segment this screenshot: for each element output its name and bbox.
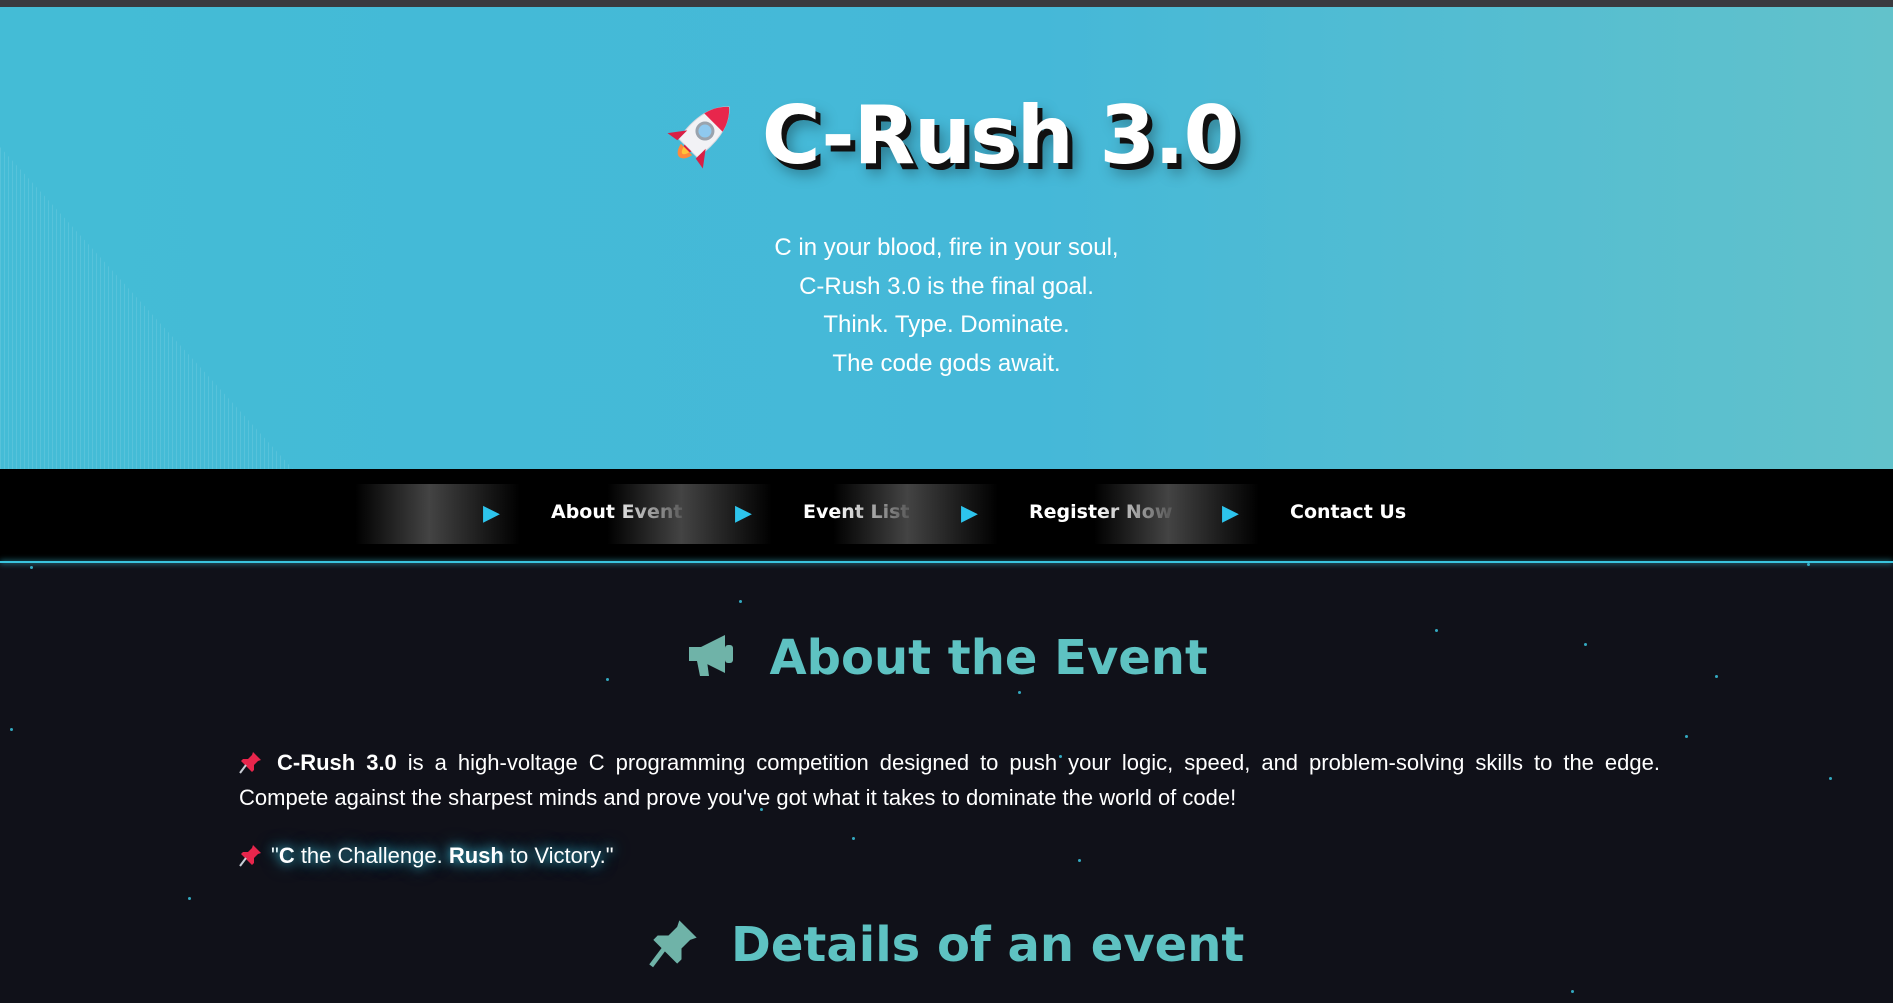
tagline-line: Think. Type. Dominate.	[823, 311, 1070, 338]
quote-end: to Victory."	[503, 843, 614, 868]
tagline-line: C in your blood, fire in your soul,	[774, 234, 1119, 261]
about-text: is a high-voltage C programming competit…	[239, 750, 1660, 810]
particle	[10, 728, 13, 731]
particle	[1807, 563, 1810, 566]
particle	[1685, 735, 1688, 738]
rocket-icon	[655, 91, 745, 181]
pushpin-icon	[239, 749, 263, 774]
details-heading: Details of an event	[0, 916, 1893, 974]
quote-open: "	[271, 843, 279, 868]
megaphone-icon	[685, 630, 739, 686]
play-arrow-icon: ▶	[735, 501, 752, 526]
nav-underline	[0, 561, 1893, 563]
details-heading-text: Details of an event	[731, 917, 1245, 973]
pushpin-icon	[239, 843, 263, 867]
about-heading: About the Event	[0, 630, 1893, 686]
main-nav: ▶ About Event ▶ Event List ▶ Register No…	[0, 469, 1893, 561]
particle	[852, 837, 855, 840]
quote-c: C	[278, 843, 295, 868]
nav-item-contact-us[interactable]: ▶ Contact Us	[1094, 484, 1414, 544]
play-arrow-icon: ▶	[1222, 501, 1239, 526]
play-arrow-icon: ▶	[961, 501, 978, 526]
particle	[1571, 990, 1574, 993]
tagline-line: C-Rush 3.0 is the final goal.	[799, 272, 1094, 300]
nav-label[interactable]: Contact Us	[1290, 501, 1406, 523]
quote-mid: the Challenge.	[294, 843, 449, 868]
pushpin-icon	[648, 916, 701, 974]
particle	[1829, 777, 1832, 780]
event-name-strong: C-Rush 3.0	[277, 750, 397, 775]
hero-tagline: C in your blood, fire in your soul, C-Ru…	[0, 229, 1893, 383]
slogan-quote: "C the Challenge. Rush to Victory."	[239, 843, 614, 869]
browser-top-edge	[0, 0, 1893, 7]
particle	[1018, 691, 1021, 694]
hero-title: C-Rush 3.0	[0, 89, 1893, 182]
quote-rush: Rush	[448, 843, 504, 868]
particle	[1078, 859, 1081, 862]
about-paragraph: C-Rush 3.0 is a high-voltage C programmi…	[239, 745, 1660, 815]
about-heading-text: About the Event	[769, 630, 1208, 686]
particle	[30, 566, 33, 569]
hero-banner: C-Rush 3.0 C in your blood, fire in your…	[0, 7, 1893, 469]
play-arrow-icon: ▶	[483, 501, 500, 526]
particle	[188, 897, 191, 900]
tagline-line: The code gods await.	[832, 349, 1061, 377]
event-title: C-Rush 3.0	[761, 89, 1239, 182]
particle	[739, 600, 742, 603]
